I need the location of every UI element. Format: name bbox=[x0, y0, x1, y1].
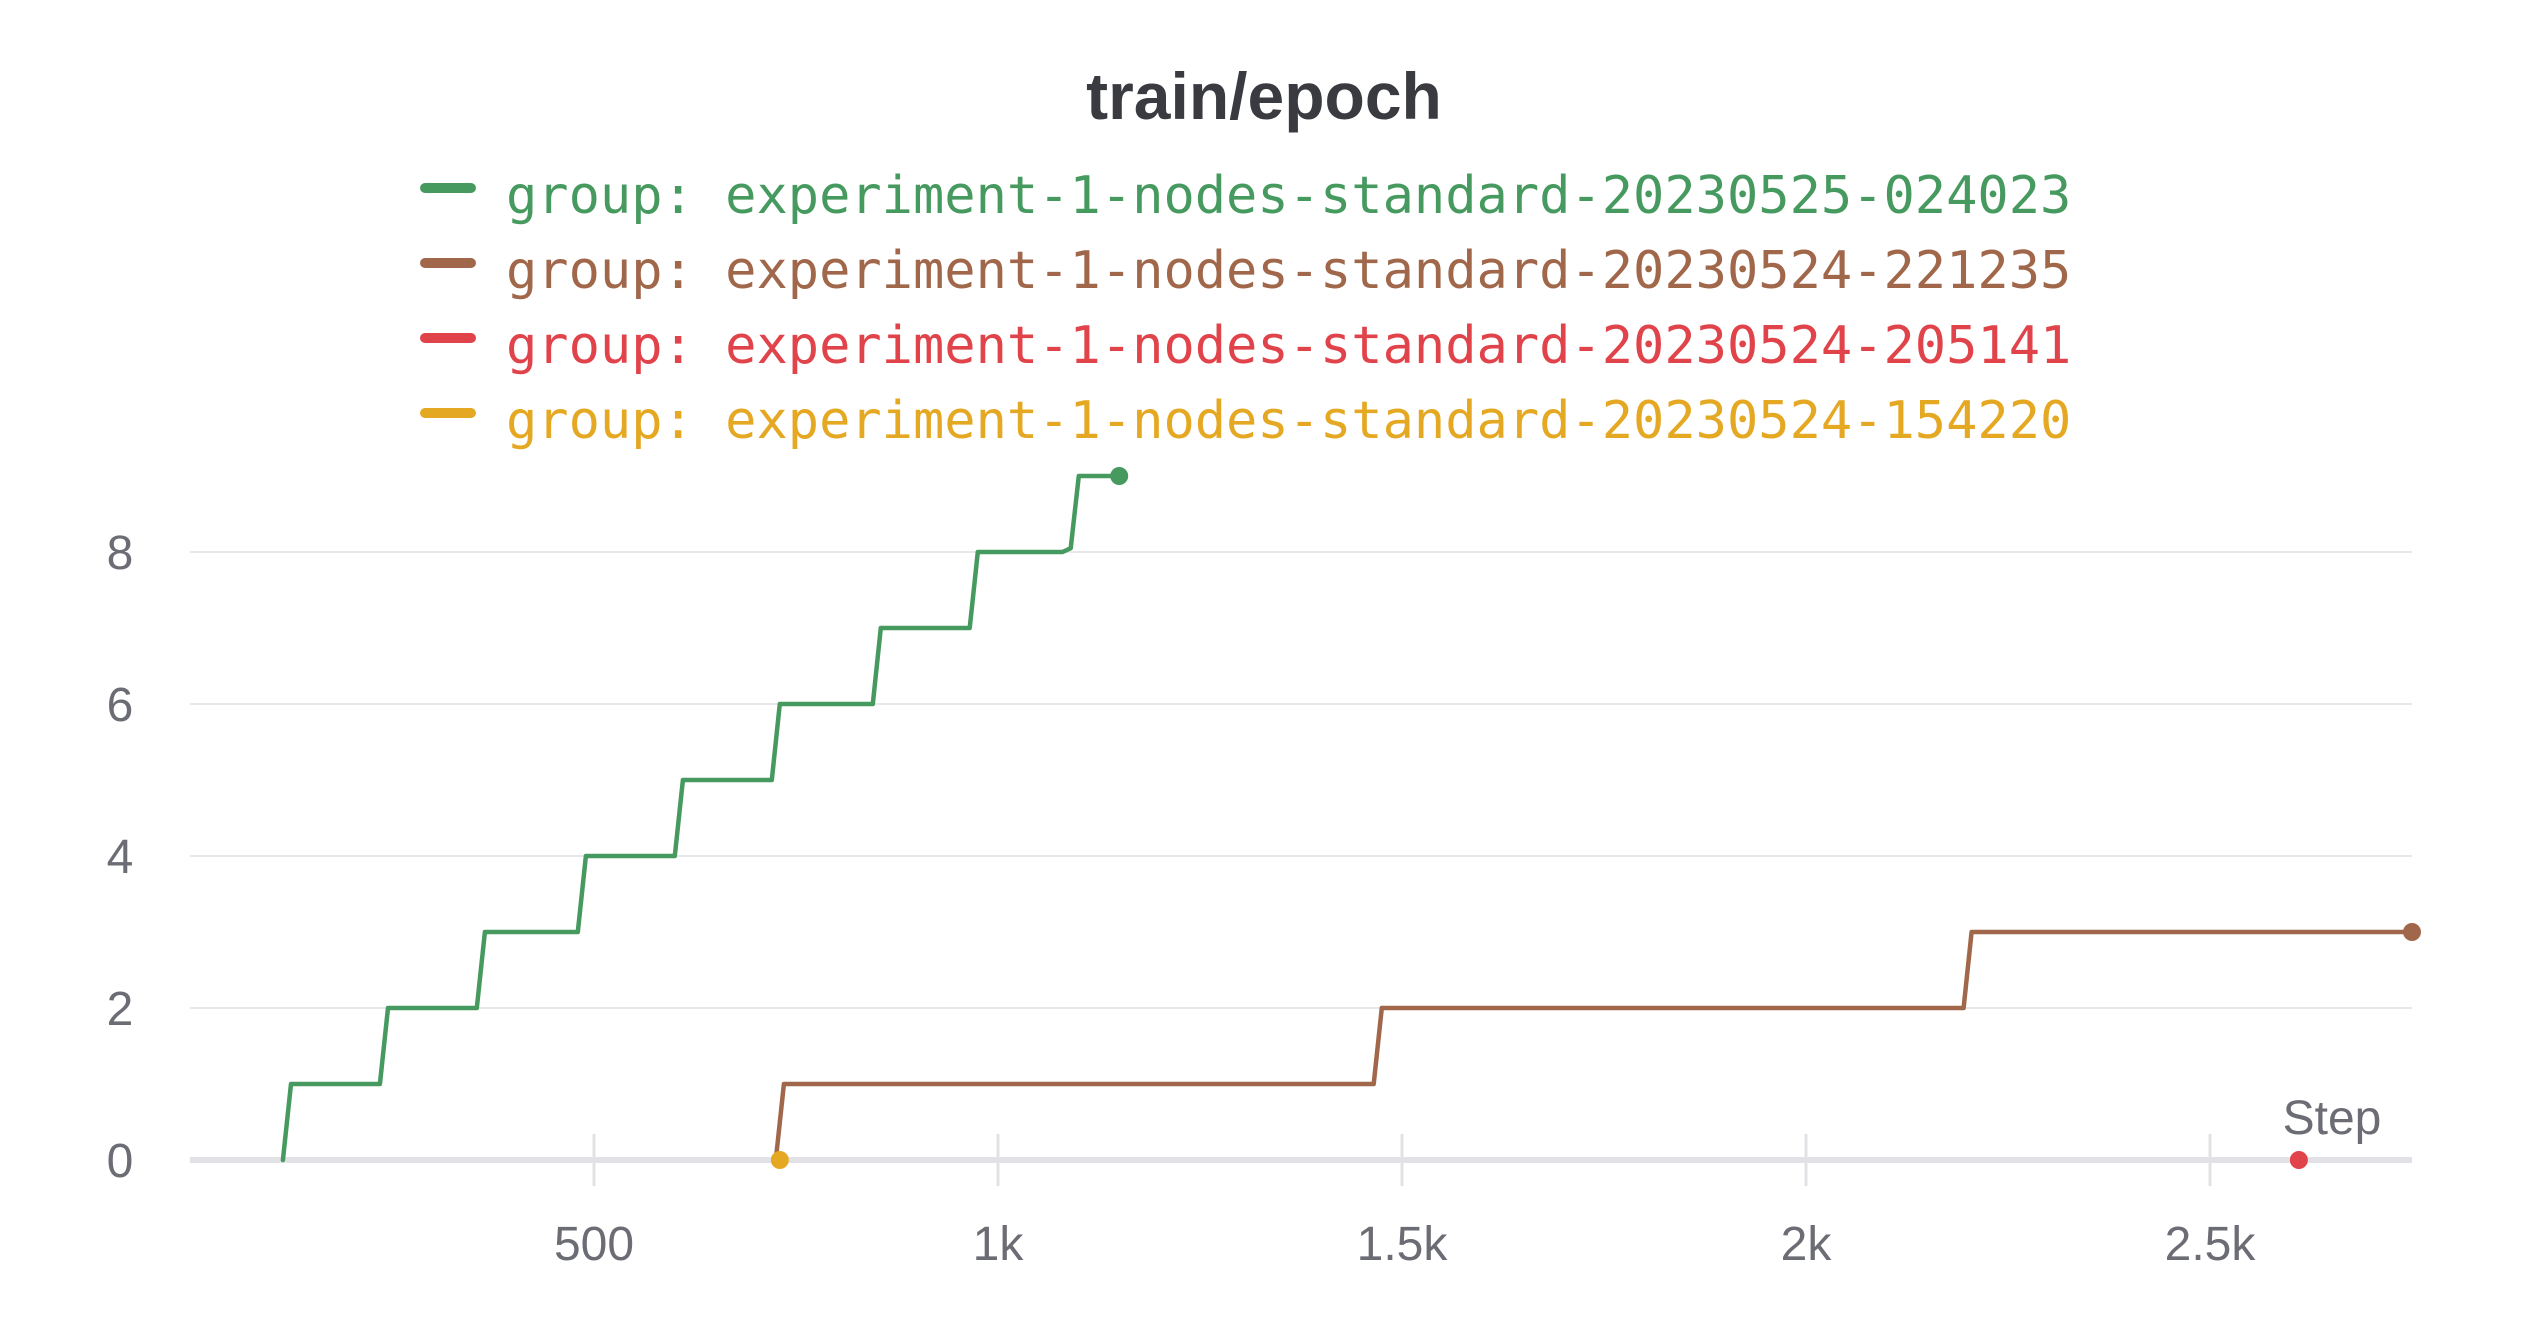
series-line-1 bbox=[280, 473, 1122, 1163]
y-tick-label: 2 bbox=[107, 983, 134, 1036]
series-endpoint-1 bbox=[1110, 467, 1129, 485]
plot-area: 500 1k 1.5k 2k 2.5k 0 2 4 6 8 Step bbox=[107, 467, 2421, 1271]
series-endpoint-3 bbox=[2289, 1151, 2308, 1169]
x-tick-label: 1k bbox=[973, 1218, 1025, 1271]
y-tick-label: 6 bbox=[107, 679, 134, 732]
x-tick-label: 1.5k bbox=[1357, 1218, 1449, 1271]
series-endpoint-2 bbox=[2403, 923, 2421, 941]
y-tick-label: 4 bbox=[107, 831, 134, 884]
series-line-2 bbox=[773, 929, 2415, 1163]
series-endpoint-4 bbox=[770, 1151, 789, 1169]
chart: train/epoch group: experiment-1-nodes-st… bbox=[0, 0, 2528, 1328]
x-tick-label: 500 bbox=[554, 1218, 634, 1271]
x-axis-label: Step bbox=[2283, 1092, 2382, 1145]
y-tick-label: 8 bbox=[107, 527, 134, 580]
y-tick-label: 0 bbox=[107, 1135, 134, 1188]
x-tick-label: 2.5k bbox=[2165, 1218, 2257, 1271]
x-tick-label: 2k bbox=[1781, 1218, 1833, 1271]
